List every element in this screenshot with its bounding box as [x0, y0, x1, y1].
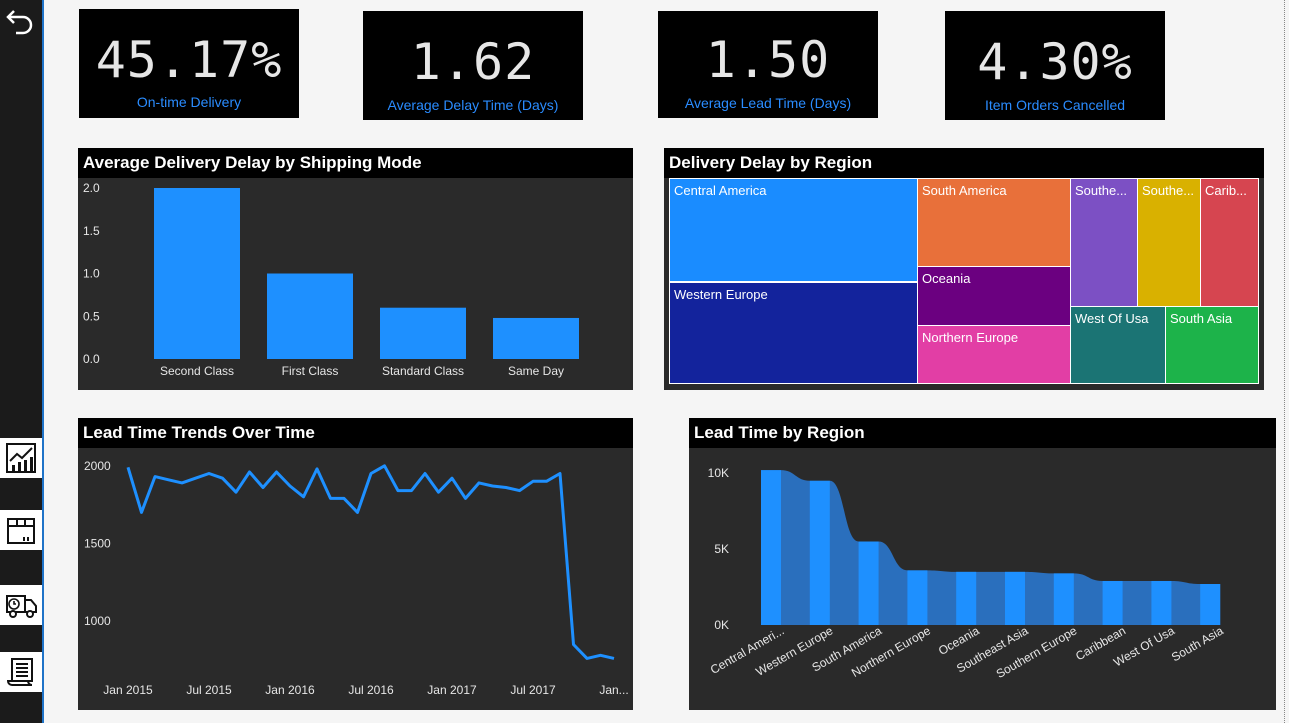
x-tick-label: South Asia — [1169, 623, 1226, 664]
x-tick-label: Jan 2016 — [265, 683, 315, 697]
bar — [380, 307, 466, 359]
bar — [1200, 584, 1221, 625]
bar — [858, 541, 879, 625]
kpi-value: 45.17% — [95, 31, 283, 89]
panel-title: Delivery Delay by Region — [664, 148, 1264, 178]
treemap-tile-southern-europe[interactable]: Southe... — [1137, 178, 1201, 307]
kpi-label: On-time Delivery — [136, 94, 242, 110]
y-tick-label: 1000 — [84, 614, 111, 628]
kpi-card-on-time-delivery: 45.17% On-time Delivery — [79, 9, 299, 118]
report-document-icon[interactable] — [0, 652, 42, 692]
delay-by-mode-chart[interactable]: 0.0 0.5 1.0 1.5 2.0 Second Class First Class St… — [78, 178, 633, 390]
treemap-tile-oceania[interactable]: Oceania — [917, 266, 1071, 326]
treemap-tile-central-america[interactable]: Central America — [669, 178, 918, 282]
delay-by-region-treemap[interactable]: Central America Western Europe South Ame… — [669, 178, 1259, 384]
ribbon — [761, 470, 1221, 625]
lead-time-by-region-chart[interactable]: 0K5K10KCentral Ameri...Western EuropeSou… — [689, 448, 1276, 710]
kpi-label: Item Orders Cancelled — [984, 97, 1126, 113]
treemap-tile-south-america[interactable]: South America — [917, 178, 1071, 267]
y-tick-label: 0.0 — [83, 352, 100, 366]
x-tick-label: Jul 2015 — [186, 683, 232, 697]
x-tick-label: Jan 2017 — [427, 683, 477, 697]
panel-title: Lead Time by Region — [689, 418, 1276, 448]
treemap-tile-label: Carib... — [1205, 183, 1247, 198]
bar — [154, 188, 240, 359]
lead-time-trend-chart[interactable]: 1000 1500 2000 Jan 2015 Jul 2015 Jan 2016 Jul … — [78, 448, 633, 710]
x-tick-label: Jan... — [599, 683, 628, 697]
treemap-tile-label: West Of Usa — [1075, 311, 1149, 326]
y-tick-label: 1.0 — [83, 267, 100, 281]
treemap-tile-west-of-usa[interactable]: West Of Usa — [1070, 306, 1166, 384]
delay-by-mode-panel: Average Delivery Delay by Shipping Mode … — [78, 148, 633, 390]
kpi-value: 4.30% — [977, 33, 1133, 91]
treemap-tile-northern-europe[interactable]: Northern Europe — [917, 325, 1071, 384]
series-line — [126, 464, 615, 660]
bar — [956, 571, 977, 625]
x-tick-label: Standard Class — [382, 364, 464, 378]
x-tick-label: Jul 2017 — [510, 683, 556, 697]
treemap-tile-label: South Asia — [1170, 311, 1233, 326]
x-tick-label: Second Class — [160, 364, 234, 378]
treemap-tile-label: Central America — [674, 183, 767, 198]
x-tick-label: Jul 2016 — [348, 683, 394, 697]
x-tick-label: Southern Europe — [994, 623, 1080, 681]
kpi-card-average-delay: 1.62 Average Delay Time (Days) — [363, 11, 583, 120]
lead-time-trend-panel: Lead Time Trends Over Time 1000 1500 2000 J… — [78, 418, 633, 710]
y-tick-label: 2000 — [84, 459, 111, 473]
treemap-tile-label: Oceania — [922, 271, 971, 286]
y-tick-label: 0.5 — [83, 309, 100, 323]
kpi-value: 1.62 — [410, 33, 536, 91]
lead-time-by-region-panel: Lead Time by Region 0K 5K 10K Central Ameri… — [689, 418, 1276, 710]
bar — [761, 470, 781, 625]
treemap-tile-label: South America — [922, 183, 1007, 198]
treemap-tile-label: Southe... — [1075, 183, 1128, 198]
y-tick-label: 2.0 — [83, 181, 100, 195]
treemap-tile-western-europe[interactable]: Western Europe — [669, 282, 918, 384]
treemap-tile-label: Northern Europe — [922, 330, 1019, 345]
y-tick-label: 10K — [708, 466, 729, 480]
delivery-truck-icon[interactable] — [0, 585, 42, 625]
back-arrow-icon[interactable] — [4, 5, 36, 37]
treemap-tile-label: Western Europe — [674, 287, 768, 302]
x-tick-label: Same Day — [508, 364, 564, 378]
performance-chart-icon[interactable] — [0, 438, 42, 478]
kpi-label: Average Lead Time (Days) — [684, 95, 852, 111]
kpi-value: 1.50 — [705, 31, 831, 89]
kpi-label: Average Delay Time (Days) — [387, 97, 559, 113]
treemap-tile-south-asia[interactable]: South Asia — [1165, 306, 1259, 384]
panel-title: Lead Time Trends Over Time — [78, 418, 633, 448]
package-icon[interactable] — [0, 510, 42, 550]
bar — [907, 570, 928, 625]
bar — [267, 273, 353, 359]
x-tick-label: Jan 2015 — [103, 683, 153, 697]
y-tick-label: 5K — [714, 542, 729, 556]
kpi-card-orders-cancelled: 4.30% Item Orders Cancelled — [945, 11, 1165, 120]
bar — [1151, 580, 1172, 625]
y-tick-label: 1.5 — [83, 224, 100, 238]
treemap-tile-label: Southe... — [1142, 183, 1195, 198]
bar — [809, 480, 830, 625]
y-tick-label: 0K — [714, 618, 729, 632]
treemap-tile-southeast-asia[interactable]: Southe... — [1070, 178, 1138, 307]
y-tick-label: 1500 — [84, 536, 111, 550]
bar — [1005, 571, 1025, 625]
page-edge-guide — [1284, 0, 1285, 723]
page-navigation-bar — [0, 0, 44, 723]
delay-by-region-panel: Delivery Delay by Region Central America… — [664, 148, 1264, 390]
x-tick-label: First Class — [282, 364, 339, 378]
treemap-tile-caribbean[interactable]: Carib... — [1200, 178, 1259, 307]
bar — [1053, 573, 1074, 625]
kpi-card-average-lead-time: 1.50 Average Lead Time (Days) — [658, 11, 878, 118]
bar — [493, 317, 579, 359]
bar — [1102, 580, 1123, 625]
panel-title: Average Delivery Delay by Shipping Mode — [78, 148, 633, 178]
